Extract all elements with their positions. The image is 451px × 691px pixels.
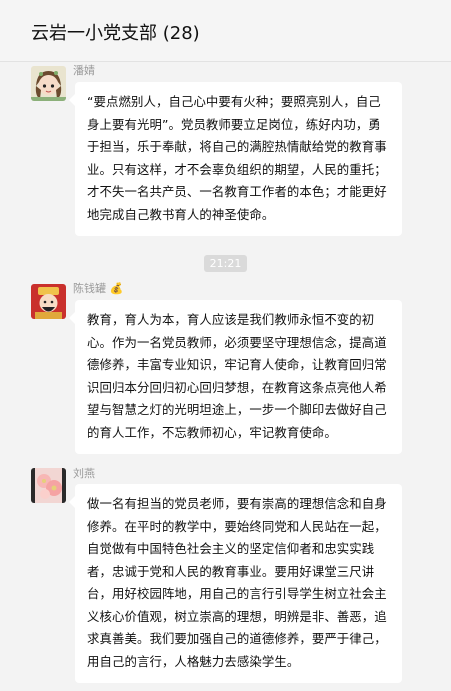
sender-name: 刘燕 <box>73 467 95 480</box>
sender-name: 陈钱罐 <box>73 282 106 295</box>
avatar[interactable] <box>31 468 66 503</box>
chat-title: 云岩一小党支部 (28) <box>31 23 200 44</box>
sender-name: 潘婧 <box>73 64 95 77</box>
message-bubble[interactable]: 做一名有担当的党员老师，要有崇高的理想信念和自身修养。在平时的教学中，要始终同党… <box>69 484 402 683</box>
chat-header: 云岩一小党支部 (28) <box>0 0 451 62</box>
sender-name-row: 陈钱罐 💰 <box>73 280 123 296</box>
avatar-cartoon-girl-icon <box>31 66 66 101</box>
timestamp: 21:21 <box>203 255 248 272</box>
avatar[interactable] <box>31 66 66 101</box>
avatar[interactable] <box>31 284 66 319</box>
avatar-caishen-icon <box>31 284 66 319</box>
timestamp-row: 21:21 <box>0 252 451 272</box>
message-bubble[interactable]: “要点燃别人，自己心中要有火种；要照亮别人，自己身上要有光明”。党员教师要立足岗… <box>69 82 402 236</box>
money-bag-icon: 💰 <box>109 282 124 295</box>
avatar-flowers-icon <box>31 468 66 503</box>
message-bubble[interactable]: 教育，育人为本，育人应该是我们教师永恒不变的初心。作为一名党员教师，必须要坚守理… <box>69 300 402 454</box>
